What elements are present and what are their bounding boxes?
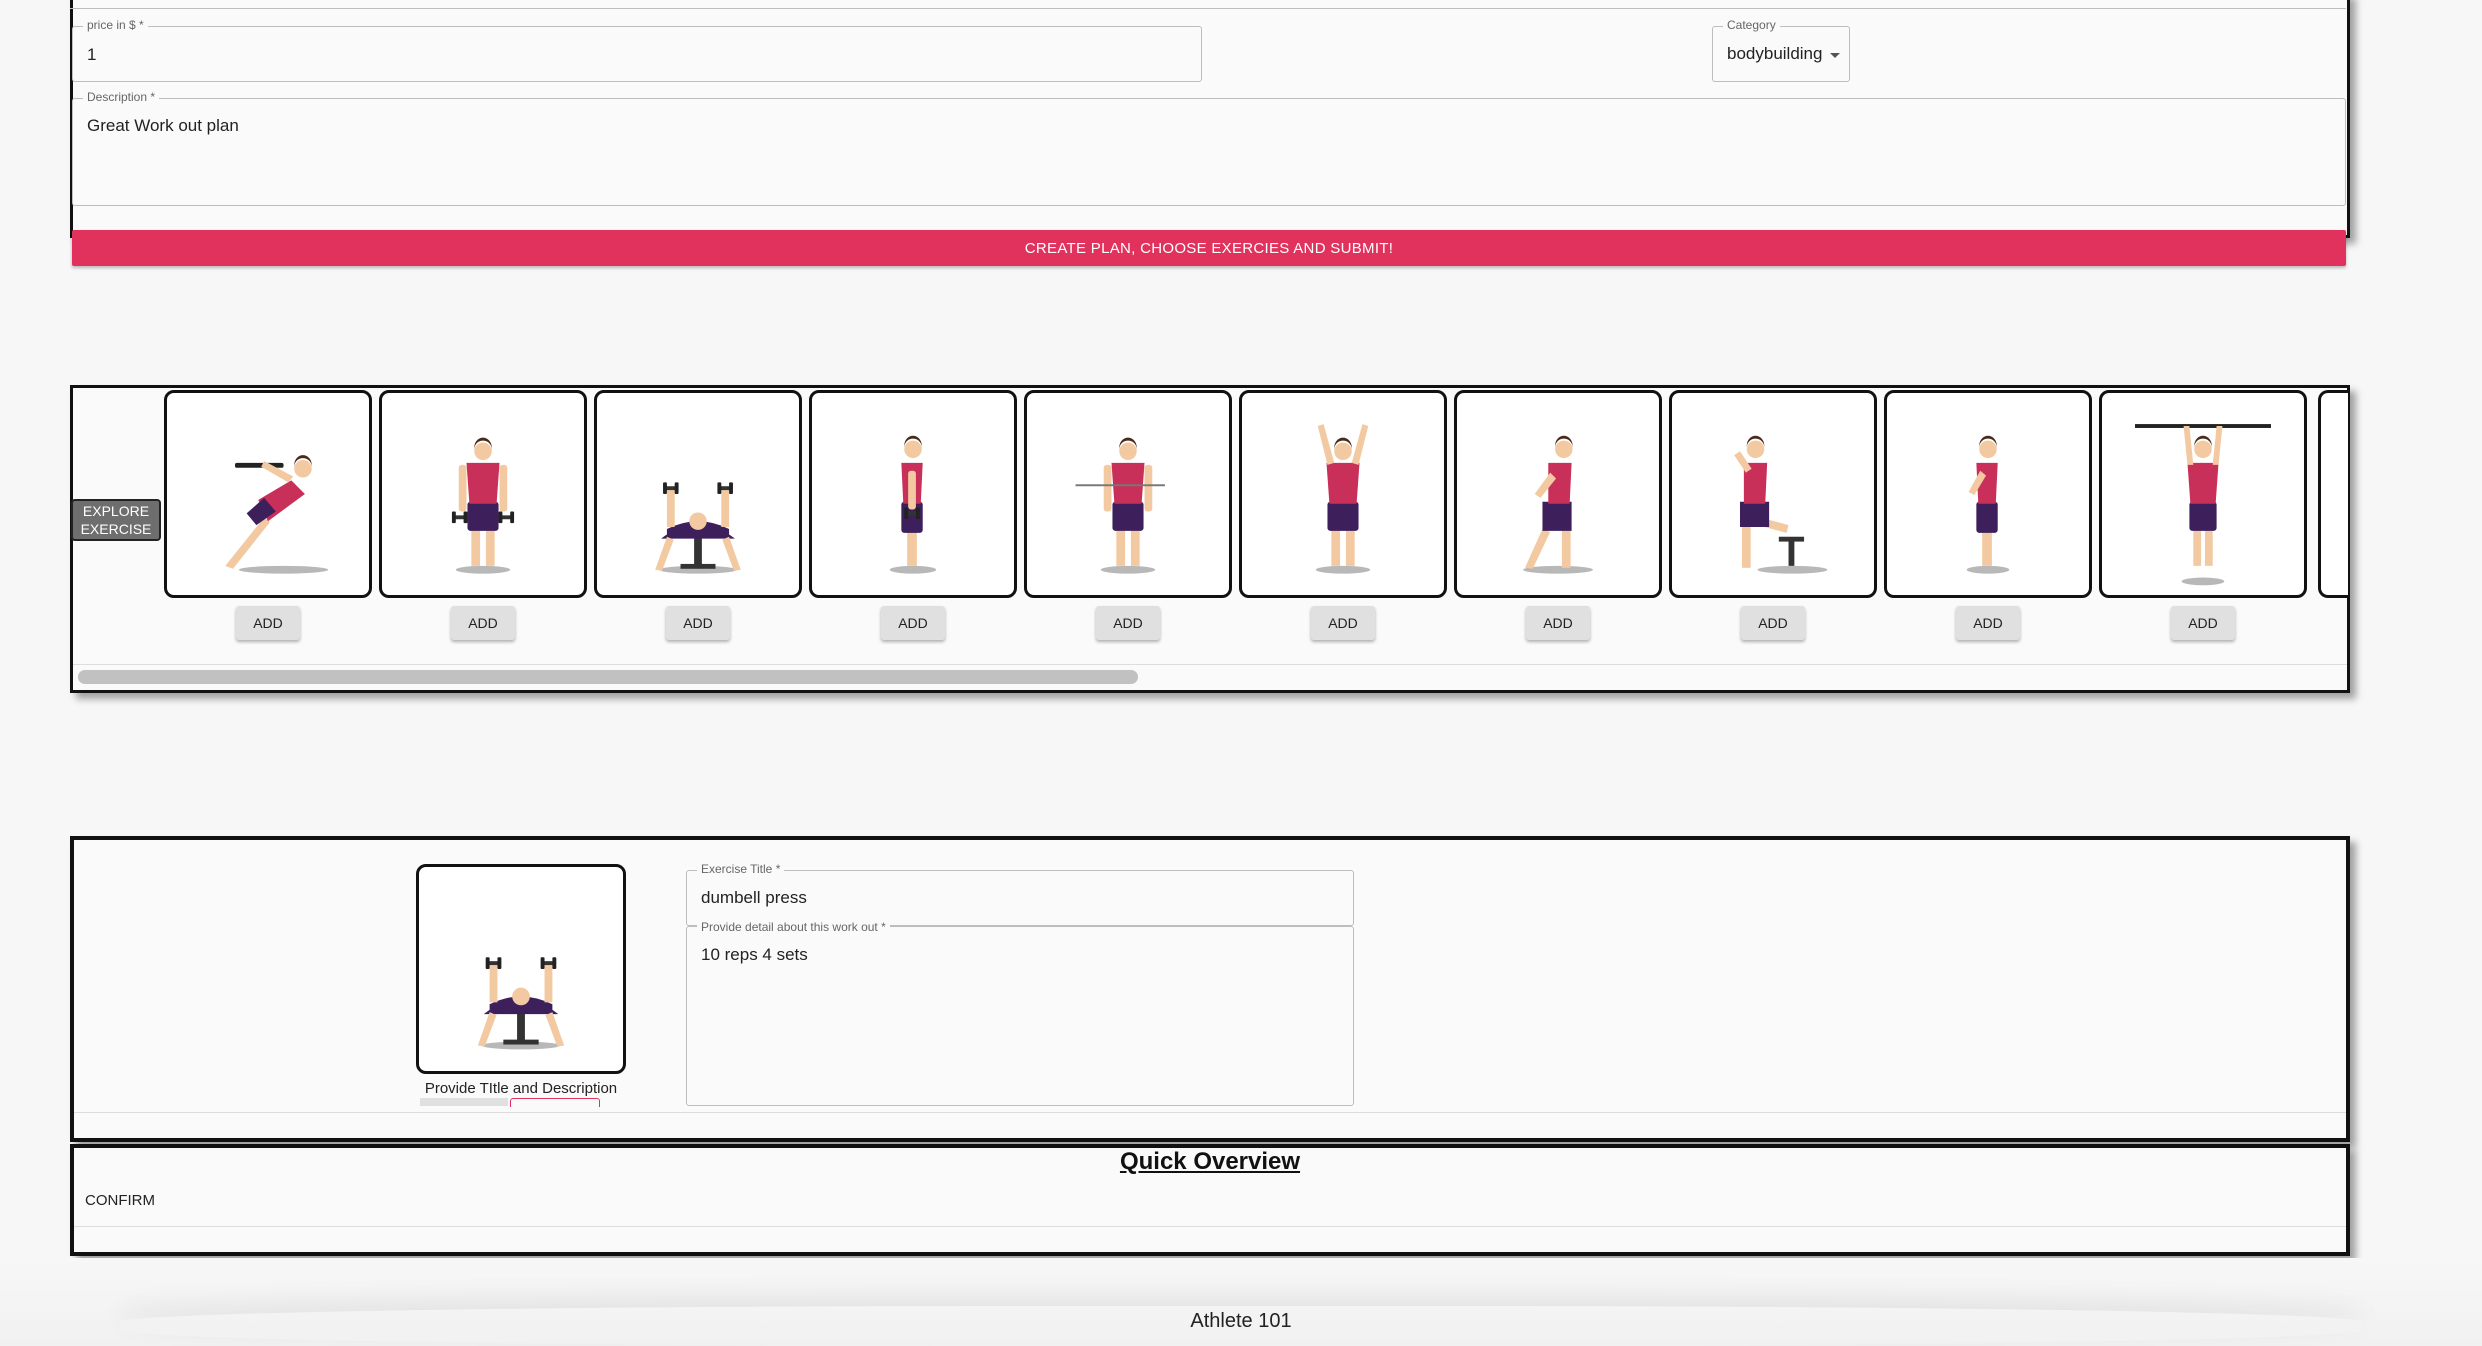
add-exercise-button[interactable]: ADD [1741,606,1805,640]
band-pull-figure-icon [1027,393,1229,595]
add-exercise-button[interactable]: ADD [1096,606,1160,640]
category-label: Category [1723,18,1780,32]
selected-exercise-image [416,864,626,1074]
exercise-detail-label: Provide detail about this work out * [697,920,890,934]
description-label: Description * [83,90,160,104]
exercise-card[interactable] [1454,390,1662,598]
add-exercise-button[interactable]: ADD [2171,606,2235,640]
exercise-title-field[interactable]: Exercise Title * dumbell press [686,862,1354,926]
image-caption: Provide TItle and Description [424,1080,618,1097]
exercise-card[interactable] [2099,390,2307,598]
add-exercise-button[interactable]: ADD [1956,606,2020,640]
exercise-detail-value[interactable]: 10 reps 4 sets [701,945,808,965]
footer: Athlete 101 [0,1258,2482,1346]
exercise-card[interactable] [809,390,1017,598]
exercise-card-partial[interactable] [2318,390,2348,598]
add-exercise-button[interactable]: ADD [236,606,300,640]
exercise-card[interactable] [1669,390,1877,598]
category-value[interactable]: bodybuilding [1727,44,1822,64]
description-field[interactable]: Description * Great Work out plan [72,90,2346,206]
add-exercise-button[interactable]: ADD [666,606,730,640]
price-label: price in $ * [83,18,148,32]
price-field[interactable]: price in $ * 1 [72,18,1202,82]
add-exercise-button[interactable]: ADD [451,606,515,640]
exercise-card[interactable] [1024,390,1232,598]
overhead-bar-figure-icon [2102,393,2304,595]
add-exercise-button[interactable]: ADD [1526,606,1590,640]
top-field-remnant [70,0,2346,9]
explore-exercise-label: EXPLORE EXERCISE [71,499,161,541]
carousel-scrollbar-thumb[interactable] [78,670,1138,684]
exercise-card[interactable] [594,390,802,598]
description-value[interactable]: Great Work out plan [87,116,239,136]
step-up-figure-icon [1672,393,1874,595]
exercise-title-value[interactable]: dumbell press [701,888,807,908]
incline-pullup-figure-icon [167,393,369,595]
exercise-title-label: Exercise Title * [697,862,785,876]
lunge-figure-icon [1457,393,1659,595]
exercise-card[interactable] [1884,390,2092,598]
category-select[interactable]: Category bodybuilding [1712,18,1850,82]
exercise-card[interactable] [164,390,372,598]
image-action-buttons-remnant[interactable] [420,1098,600,1108]
add-exercise-button[interactable]: ADD [1311,606,1375,640]
carousel-scrollbar-track[interactable] [74,668,2346,686]
dropdown-arrow-icon[interactable] [1830,53,1840,58]
bench-press-figure-icon [419,867,623,1071]
bench-press-figure-icon [597,393,799,595]
exercise-card[interactable] [1239,390,1447,598]
exercise-detail-field[interactable]: Provide detail about this work out * 10 … [686,920,1354,1106]
dumbbell-hold-figure-icon [382,393,584,595]
side-dumbbell-figure-icon [812,393,1014,595]
footer-text: Athlete 101 [1190,1310,1292,1332]
create-plan-button[interactable]: CREATE PLAN, CHOOSE EXERCIES AND SUBMIT! [72,230,2346,266]
arms-up-jump-figure-icon [1242,393,1444,595]
price-value[interactable]: 1 [87,45,96,65]
exercise-card[interactable] [379,390,587,598]
quick-overview-heading: Quick Overview [1119,1148,1301,1175]
add-exercise-button[interactable]: ADD [881,606,945,640]
confirm-button[interactable]: CONFIRM [85,1190,155,1211]
standing-figure-icon [1887,393,2089,595]
